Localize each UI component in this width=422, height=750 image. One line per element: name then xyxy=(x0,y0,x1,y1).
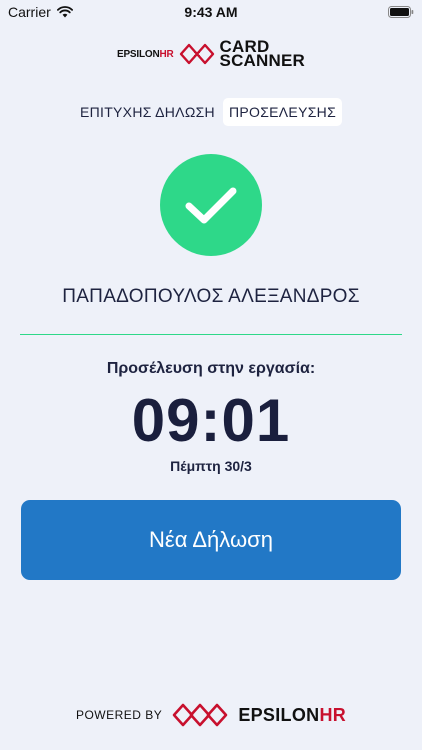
divider xyxy=(20,334,402,335)
declaration-type-badge: ΠΡΟΣΕΛΕΥΣΗΣ xyxy=(222,98,343,126)
card-scanner-logo-icon xyxy=(179,43,214,65)
screen: Carrier 9:43 AM EPSILONHR CARD SCANNER Ε… xyxy=(0,0,422,750)
employee-name: ΠΑΠΑΔΟΠΟΥΛΟΣ ΑΛΕΞΑΝΔΡΟΣ xyxy=(62,286,360,307)
app-logo: EPSILONHR CARD SCANNER xyxy=(0,37,422,70)
status-bar: Carrier 9:43 AM xyxy=(0,0,422,24)
status-bar-time: 9:43 AM xyxy=(184,4,238,20)
epsilonhr-logo-icon xyxy=(173,703,228,727)
new-declaration-button[interactable]: Νέα Δήλωση xyxy=(21,500,401,580)
battery-icon xyxy=(388,6,414,18)
footer-brand-text: EPSILONHR xyxy=(238,704,347,725)
status-bar-right xyxy=(388,5,414,21)
powered-by-label: POWERED BY xyxy=(75,708,163,722)
logo-product-name: CARD SCANNER xyxy=(219,37,305,70)
success-check-icon xyxy=(160,154,262,256)
arrival-time: 09:01 xyxy=(131,387,291,454)
logo-brand-text: EPSILONHR xyxy=(116,48,174,60)
arrival-label: Προσέλευση στην εργασία: xyxy=(106,360,316,377)
declaration-status-text: ΕΠΙΤΥΧΗΣ ΔΗΛΩΣΗ xyxy=(79,104,215,120)
checkmark-icon xyxy=(185,187,237,224)
declaration-status: ΕΠΙΤΥΧΗΣ ΔΗΛΩΣΗ ΠΡΟΣΕΛΕΥΣΗΣ xyxy=(0,98,422,126)
footer: POWERED BY EPSILONHR xyxy=(0,702,422,728)
arrival-date: Πέμπτη 30/3 xyxy=(170,458,252,474)
